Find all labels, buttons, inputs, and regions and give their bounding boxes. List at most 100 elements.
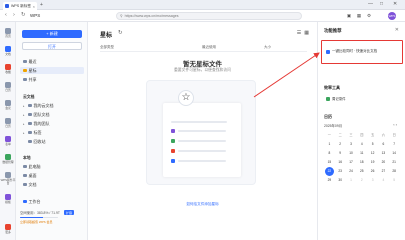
calendar-day[interactable]: 5 — [389, 176, 400, 185]
rail-item-starred[interactable]: 收藏 — [0, 64, 16, 74]
calendar-day[interactable]: 24 — [346, 167, 357, 176]
rail-item-home[interactable]: 首页 — [0, 28, 16, 38]
sidebar-item-starred[interactable]: 星标 — [20, 67, 84, 74]
chevron-right-icon[interactable]: ▸ — [23, 113, 26, 117]
sidebar-item-my-cloud[interactable]: ▸ 我的云文档 — [20, 102, 84, 109]
tool-item[interactable]: 周记录件 — [326, 96, 346, 101]
app-grid-icon[interactable]: ▦ — [356, 13, 362, 19]
close-window-button[interactable]: ✕ — [393, 1, 397, 7]
sidebar-item-my-team[interactable]: ▸ 我的团队 — [20, 120, 84, 127]
sidebar-item-team-docs[interactable]: ▸ 团队文档 — [20, 111, 84, 118]
sidebar-item-desktop[interactable]: 桌面 — [20, 172, 84, 179]
filter-type-dropdown[interactable]: 全部类型 — [100, 45, 114, 50]
calendar-day[interactable]: 6 — [378, 140, 389, 149]
calendar-day[interactable]: 25 — [356, 167, 367, 176]
calendar-day[interactable]: 21 — [389, 158, 400, 167]
forward-icon[interactable]: › — [13, 12, 15, 18]
sort-size-dropdown[interactable]: 大小 — [264, 45, 271, 50]
calendar-day[interactable]: 26 — [367, 167, 378, 176]
rail-item-more[interactable]: 更多 — [0, 224, 16, 234]
calendar-week: 29 30 1 2 3 4 5 — [324, 176, 400, 185]
sidebar-item-workspace[interactable]: 工作台 — [20, 198, 84, 205]
calendar-nav[interactable]: ‹ › — [393, 122, 397, 127]
chevron-right-icon[interactable]: ▸ — [23, 122, 26, 126]
browser-tab[interactable]: WPS 新标签 × — [3, 2, 37, 10]
calendar-day[interactable]: 18 — [356, 158, 367, 167]
sidebar-item-tags[interactable]: ▸ 标签 — [20, 129, 84, 136]
calendar-day[interactable]: 20 — [378, 158, 389, 167]
calendar-day[interactable]: 19 — [367, 158, 378, 167]
chevron-right-icon[interactable]: ▸ — [23, 104, 26, 108]
view-options: ☰ ▦ — [297, 30, 309, 36]
tag-icon — [28, 130, 32, 135]
expand-storage-button[interactable]: 扩容 — [63, 210, 74, 215]
calendar-day[interactable]: 3 — [346, 140, 357, 149]
storage-info: 空间使用：383.8% / 71.9T 扩容 立即领取超值 WPS 会员 — [20, 210, 84, 224]
rail-item-platform[interactable]: WPS服务平台 — [0, 172, 16, 185]
new-tab-button[interactable]: + — [40, 2, 43, 8]
calendar-section-title: 日历 — [324, 114, 332, 119]
calendar-day[interactable]: 17 — [346, 158, 357, 167]
calendar-day[interactable]: 15 — [324, 158, 335, 167]
calendar-day[interactable]: 2 — [335, 140, 346, 149]
rail-item-calendar[interactable]: 日历 — [0, 82, 16, 92]
settings-icon[interactable]: ⚙ — [366, 13, 372, 19]
calendar-day[interactable]: 7 — [389, 140, 400, 149]
calendar-day[interactable]: 4 — [356, 140, 367, 149]
grid-view-icon[interactable]: ▦ — [304, 30, 309, 36]
open-button[interactable]: 打开 — [22, 42, 82, 50]
calendar-day[interactable]: 23 — [335, 167, 346, 176]
section-local: 本地 — [23, 156, 31, 160]
rail-item-docs[interactable]: 文档 — [0, 46, 16, 56]
calendar-day[interactable]: 16 — [335, 158, 346, 167]
calendar-day[interactable]: 12 — [367, 149, 378, 158]
calendar-day[interactable]: 3 — [367, 176, 378, 185]
calendar-day[interactable]: 8 — [324, 149, 335, 158]
back-icon[interactable]: ‹ — [5, 12, 7, 18]
minimize-button[interactable]: — — [368, 1, 373, 7]
calendar-day[interactable]: 13 — [378, 149, 389, 158]
calendar-day[interactable]: 2 — [356, 176, 367, 185]
rail-item-form[interactable]: 表单 — [0, 136, 16, 146]
calendar-day[interactable]: 5 — [367, 140, 378, 149]
calendar-day[interactable]: 1 — [324, 140, 335, 149]
calendar-day[interactable]: 28 — [389, 167, 400, 176]
calendar-day[interactable]: 29 — [324, 176, 335, 185]
chevron-right-icon[interactable]: ▸ — [23, 131, 26, 135]
close-tab-icon[interactable]: × — [33, 4, 35, 9]
calendar-day[interactable]: 22 — [324, 167, 334, 176]
reload-icon[interactable]: ↻ — [21, 12, 26, 18]
list-view-icon[interactable]: ☰ — [297, 30, 301, 36]
maximize-button[interactable]: □ — [380, 1, 383, 7]
calendar-day[interactable]: 27 — [378, 167, 389, 176]
close-icon[interactable]: ✕ — [395, 27, 399, 33]
calendar-week: 1234567 — [324, 140, 400, 149]
calendar-day[interactable]: 14 — [389, 149, 400, 158]
rail-item-template[interactable]: 模板 — [0, 194, 16, 204]
page-title: 星标 — [100, 33, 113, 39]
calendar-day[interactable]: 30 — [335, 176, 346, 185]
recommended-feature-item[interactable]: 一键比较同时 · 快速对比文档 — [326, 49, 377, 54]
address-bar[interactable]: ⚲ https://www.wps.cn/mo/messages — [116, 12, 302, 20]
member-promo-link[interactable]: 立即领取超值 WPS 会员 — [20, 220, 84, 224]
sidebar-item-trash[interactable]: 回收站 — [20, 138, 84, 145]
how-to-star-link[interactable]: 如何给文件添加星标 — [88, 202, 317, 207]
rail-item-meeting[interactable]: 会议 — [0, 100, 16, 110]
screenshot-icon[interactable]: ▣ — [346, 13, 352, 19]
rail-item-schedule[interactable]: 日历 — [0, 118, 16, 128]
sidebar-item-local-docs[interactable]: 文档 — [20, 181, 84, 188]
refresh-icon[interactable]: ↻ — [118, 30, 123, 36]
calendar-day[interactable]: 9 — [335, 149, 346, 158]
calendar-day[interactable]: 11 — [356, 149, 367, 158]
calendar-month[interactable]: 2025年09月 — [324, 123, 342, 128]
new-button[interactable]: + 新建 — [22, 30, 82, 38]
sort-recent-dropdown[interactable]: 最近使用 — [202, 45, 216, 50]
sidebar-item-shared[interactable]: 共享 — [20, 76, 84, 83]
calendar-day[interactable]: 4 — [378, 176, 389, 185]
calendar-day[interactable]: 1 — [346, 176, 357, 185]
calendar-day[interactable]: 10 — [346, 149, 357, 158]
sidebar-item-recent[interactable]: 最近 — [20, 58, 84, 65]
avatar[interactable]: WPS — [388, 12, 396, 20]
rail-item-data[interactable]: 数据管理 — [0, 154, 16, 164]
sidebar-item-this-pc[interactable]: 此电脑 — [20, 163, 84, 170]
